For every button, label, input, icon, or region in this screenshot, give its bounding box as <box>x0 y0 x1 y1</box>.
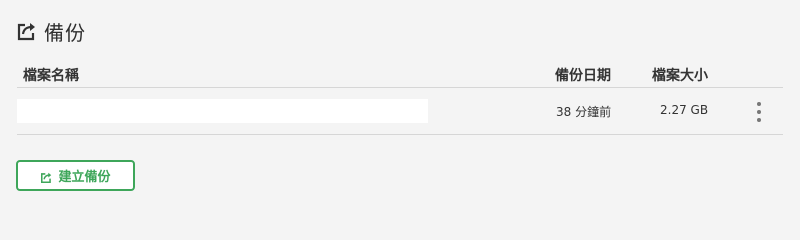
backup-table: 檔案名稱 備份日期 檔案大小 38 分鐘前 2.27 GB <box>17 62 783 135</box>
create-backup-label: 建立備份 <box>58 170 111 185</box>
share-export-icon <box>16 20 38 42</box>
column-header-backup-date: 備份日期 <box>555 68 611 84</box>
create-backup-button[interactable]: 建立備份 <box>16 160 135 191</box>
column-header-file-name: 檔案名稱 <box>23 68 79 84</box>
table-row: 38 分鐘前 2.27 GB <box>17 88 783 135</box>
kebab-menu-icon[interactable] <box>751 102 767 122</box>
file-size-cell: 2.27 GB <box>660 103 709 117</box>
table-header: 檔案名稱 備份日期 檔案大小 <box>17 62 783 88</box>
share-export-icon <box>40 169 53 183</box>
column-header-file-size: 檔案大小 <box>652 68 708 84</box>
page-title: 備份 <box>44 20 86 45</box>
file-name-cell <box>17 99 428 123</box>
backup-date-cell: 38 分鐘前 <box>556 105 612 119</box>
page-header: 備份 <box>16 18 86 45</box>
